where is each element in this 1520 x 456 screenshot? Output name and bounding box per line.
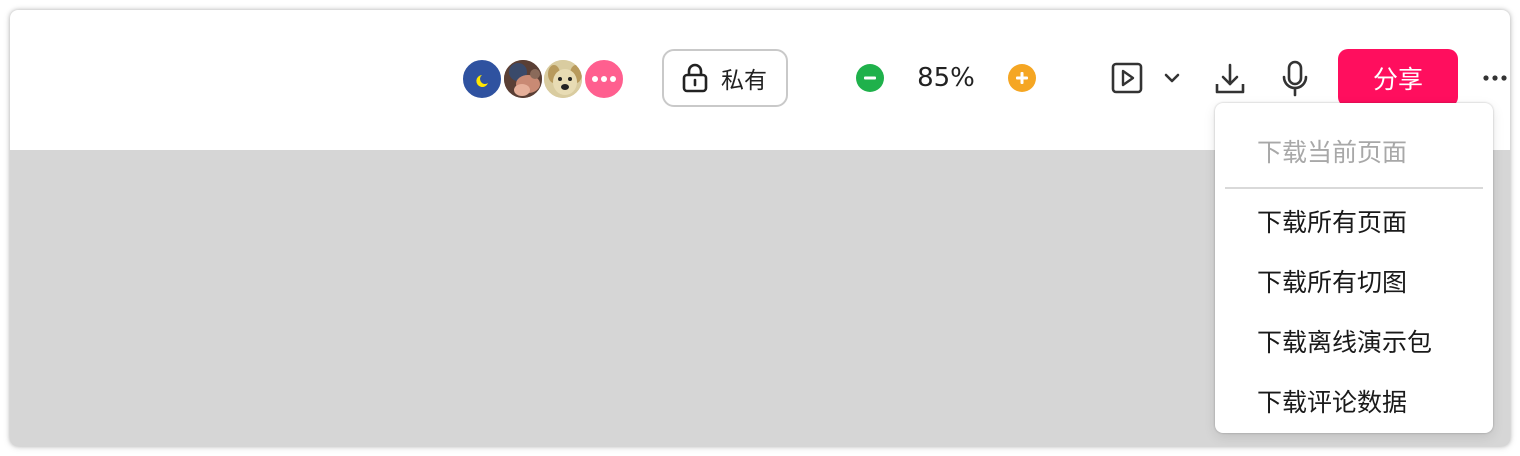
- zoom-out-button[interactable]: [856, 64, 884, 92]
- more-button[interactable]: [1480, 68, 1510, 88]
- menu-item-download-all-slices[interactable]: 下载所有切图: [1257, 263, 1407, 303]
- app-window: 私有 85% 分享 下载当前页面 下载所有页面 下载所有切图 下载离线演示包 下…: [10, 10, 1510, 446]
- avatar-photo[interactable]: [502, 58, 544, 100]
- zoom-level: 85%: [917, 63, 975, 93]
- download-button[interactable]: [1212, 60, 1248, 98]
- menu-item-download-offline-package[interactable]: 下载离线演示包: [1257, 323, 1432, 363]
- play-icon: [1111, 62, 1143, 94]
- moon-icon: [476, 75, 488, 87]
- privacy-button[interactable]: 私有: [662, 49, 788, 107]
- microphone-icon: [1282, 60, 1308, 97]
- avatar-dog[interactable]: [542, 58, 584, 100]
- zoom-in-button[interactable]: [1008, 64, 1036, 92]
- minus-icon: [864, 76, 876, 80]
- ellipsis-icon: [592, 76, 616, 82]
- share-button[interactable]: 分享: [1338, 49, 1458, 107]
- download-menu: 下载当前页面 下载所有页面 下载所有切图 下载离线演示包 下载评论数据: [1215, 103, 1493, 433]
- menu-item-download-comments[interactable]: 下载评论数据: [1257, 383, 1407, 423]
- avatar-blue-moon[interactable]: [461, 58, 503, 100]
- menu-item-download-all-pages[interactable]: 下载所有页面: [1257, 203, 1407, 243]
- chevron-down-icon: [1164, 73, 1180, 83]
- present-button[interactable]: [1109, 60, 1145, 96]
- more-users-icon[interactable]: [583, 58, 625, 100]
- menu-item-download-current-page: 下载当前页面: [1257, 138, 1408, 167]
- plus-icon: [1016, 72, 1028, 84]
- privacy-label: 私有: [721, 68, 767, 94]
- lock-icon: [682, 63, 708, 93]
- download-icon: [1215, 63, 1245, 94]
- menu-divider: [1225, 187, 1483, 189]
- voice-button[interactable]: [1278, 58, 1312, 100]
- dog-avatar: [544, 60, 582, 98]
- more-icon: [1483, 75, 1507, 81]
- present-options-button[interactable]: [1160, 68, 1184, 88]
- photo-avatar: [504, 60, 542, 98]
